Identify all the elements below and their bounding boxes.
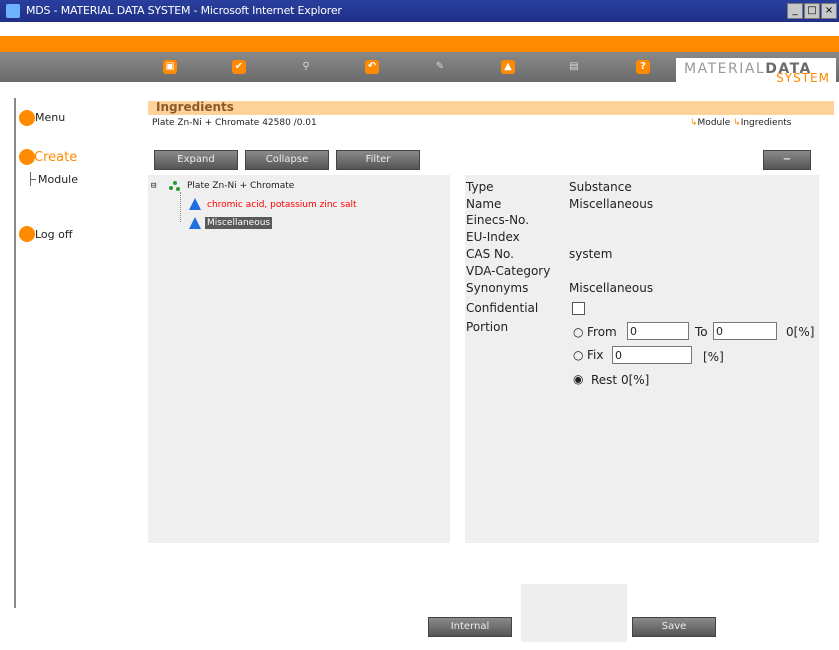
tree-node-chromic-acid[interactable]: chromic acid, potassium zinc salt [207,200,357,210]
internal-button[interactable]: Internal [428,617,512,637]
breadcrumb-arrow-icon: ↳ [733,118,741,128]
nav-module[interactable]: Module [38,173,78,186]
logo-text-material: MATERIAL [684,61,766,77]
material-data-system-logo: MATERIALDATA SYSTEM [676,58,836,85]
section-header: Ingredients [148,100,834,115]
label-cas: CAS No. [466,247,514,261]
substance-triangle-icon [189,198,201,210]
module-node-icon [168,180,180,192]
module-subtitle: Plate Zn-Ni + Chromate 42580 /0.01 [152,118,317,128]
export-icon[interactable]: ↶ [365,60,379,74]
fix-label: Fix [587,348,604,362]
remove-button[interactable]: − [763,150,811,170]
page-title: Ingredients [156,100,234,114]
label-synonyms: Synonyms [466,281,529,295]
label-name: Name [466,197,502,211]
to-input[interactable]: 0 [713,322,777,340]
filter-button[interactable]: Filter [336,150,420,170]
edit-icon[interactable]: ✎ [433,60,447,74]
check-icon[interactable]: ✔ [232,60,246,74]
tree-expander-icon[interactable]: ⊟ [151,181,156,191]
nav-logoff[interactable]: Log off [35,228,72,241]
spacer [0,22,839,36]
label-vda-category: VDA-Category [466,264,551,278]
value-type: Substance [569,180,632,194]
brand-bar [0,36,839,52]
window-title: MDS - MATERIAL DATA SYSTEM - Microsoft I… [26,4,342,17]
nav-create[interactable]: Create [34,150,77,165]
minimize-button[interactable]: _ [787,3,803,19]
print-icon[interactable]: ▤ [567,60,581,74]
logoff-bullet-icon [19,226,35,242]
maximize-button[interactable]: □ [804,3,820,19]
nav-menu[interactable]: Menu [35,111,65,124]
value-name: Miscellaneous [569,197,654,211]
value-cas: system [569,247,613,261]
fix-input[interactable]: 0 [612,346,692,364]
label-einecs: Einecs-No. [466,213,530,227]
fix-radio[interactable]: ○ [573,348,583,362]
search-icon[interactable]: ⚲ [299,60,313,74]
browser-icon [6,4,20,18]
blank-area [521,584,627,642]
substance-triangle-icon [189,217,201,229]
label-portion: Portion [466,320,509,334]
ingredients-tree-panel [148,175,450,543]
breadcrumb-module[interactable]: Module [698,118,731,128]
rest-radio[interactable]: ◉ [573,372,583,386]
from-input[interactable]: 0 [627,322,689,340]
warning-icon[interactable]: ▲ [501,60,515,74]
tree-line [30,179,36,180]
label-confidential: Confidential [466,301,539,315]
confidential-checkbox[interactable] [572,302,585,315]
breadcrumb-ingredients[interactable]: Ingredients [741,118,792,128]
save-icon[interactable]: ▣ [163,60,177,74]
label-eu-index: EU-Index [466,230,520,244]
from-label: From [587,325,617,339]
logo-text-system: SYSTEM [776,71,830,85]
to-label: To [695,325,708,339]
collapse-button[interactable]: Collapse [245,150,329,170]
save-button[interactable]: Save [632,617,716,637]
close-button[interactable]: × [821,3,837,19]
expand-button[interactable]: Expand [154,150,238,170]
window-title-bar: MDS - MATERIAL DATA SYSTEM - Microsoft I… [0,0,839,22]
fix-unit: [%] [703,350,724,364]
menu-bullet-icon [19,110,35,126]
help-icon[interactable]: ? [636,60,650,74]
from-radio[interactable]: ○ [573,325,583,339]
tree-line [180,192,182,222]
range-unit: 0[%] [786,325,815,339]
nav-divider [14,98,16,608]
breadcrumb: ↳Module ↳Ingredients [690,118,792,128]
tree-root-node[interactable]: Plate Zn-Ni + Chromate [187,181,294,191]
breadcrumb-arrow-icon: ↳ [690,118,698,128]
tree-node-miscellaneous[interactable]: Miscellaneous [205,217,273,229]
rest-label: Rest 0[%] [591,373,650,387]
value-synonyms: Miscellaneous [569,281,654,295]
create-bullet-icon [19,149,35,165]
label-type: Type [466,180,494,194]
